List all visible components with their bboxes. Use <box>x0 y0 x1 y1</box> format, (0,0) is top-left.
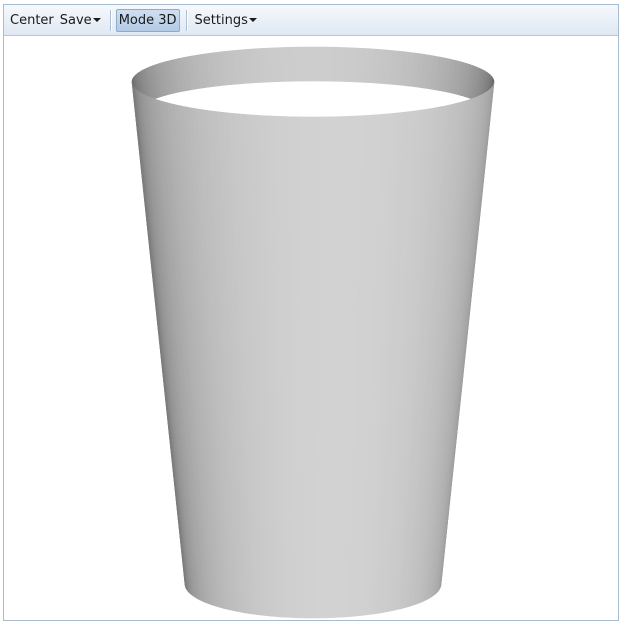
3d-scene[interactable] <box>4 36 618 620</box>
cylinder-inner-facet <box>300 46 308 82</box>
mode-3d-button[interactable]: Mode 3D <box>115 8 180 32</box>
settings-menu-button[interactable]: Settings <box>192 9 260 32</box>
3d-viewport[interactable] <box>4 36 618 620</box>
toolbar: Center Save Mode 3D Settings <box>4 5 618 36</box>
cylinder-inner-facet <box>312 46 320 82</box>
cylinder-surface <box>131 46 495 619</box>
save-menu-button[interactable]: Save <box>57 9 104 32</box>
cylinder-inner-facet <box>281 47 289 82</box>
viewer-frame: Center Save Mode 3D Settings <box>3 4 619 621</box>
chevron-down-icon <box>248 18 257 22</box>
cylinder-inner-facet <box>287 46 296 82</box>
chevron-down-icon <box>92 18 101 22</box>
cylinder-inner-facet <box>324 46 333 82</box>
cylinder-inner-facet <box>306 46 314 82</box>
cylinder-inner-facet <box>330 46 339 82</box>
settings-menu-label: Settings <box>194 12 248 28</box>
cylinder-inner-facet <box>318 46 326 82</box>
mode-3d-label: Mode 3D <box>118 12 177 28</box>
toolbar-separator <box>109 9 111 31</box>
cylinder-inner-facet <box>293 46 302 82</box>
center-button-label: Center <box>10 12 54 28</box>
save-menu-label: Save <box>59 12 92 28</box>
toolbar-separator <box>185 9 187 31</box>
center-button[interactable]: Center <box>7 9 57 32</box>
